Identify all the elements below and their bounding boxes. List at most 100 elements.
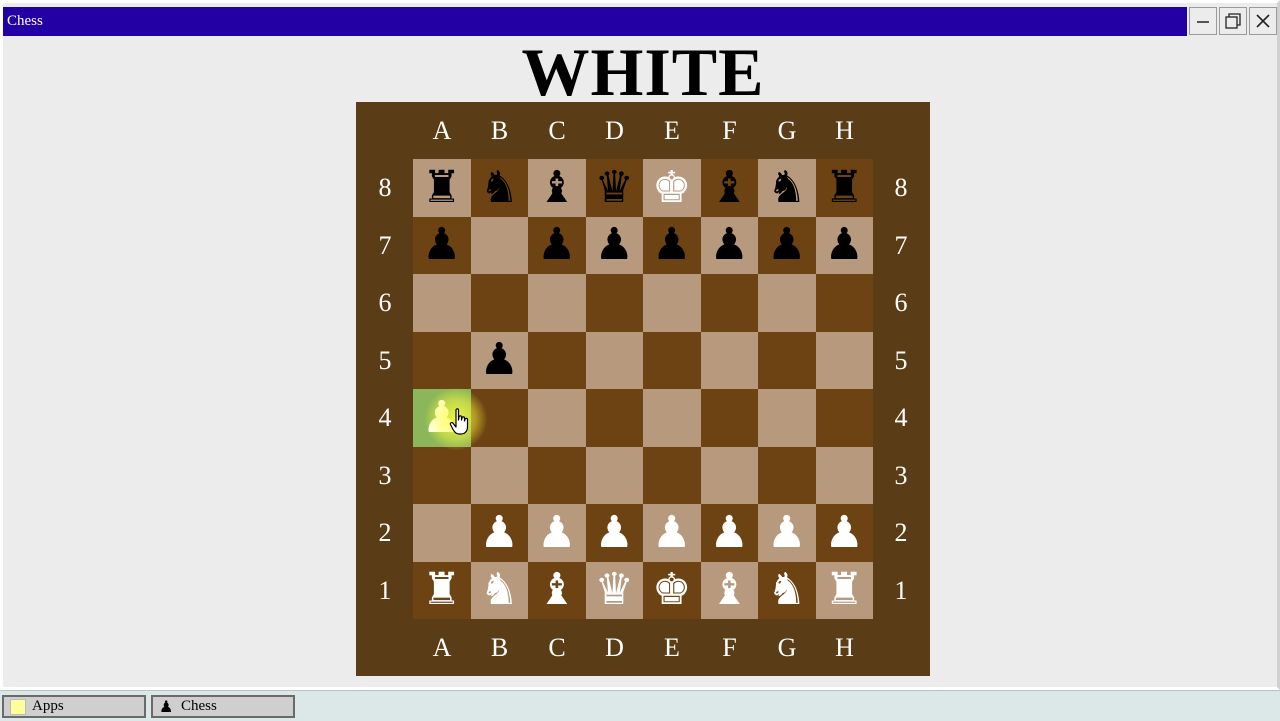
square-d5[interactable]	[585, 331, 643, 389]
square-a6[interactable]	[413, 274, 471, 332]
square-e6[interactable]	[643, 274, 701, 332]
white-pawn-icon[interactable]: ♟	[825, 510, 864, 555]
square-h5[interactable]	[815, 331, 873, 389]
square-f2[interactable]: ♟	[700, 504, 758, 562]
square-g4[interactable]	[758, 389, 816, 447]
white-king-icon[interactable]: ♚	[652, 165, 691, 210]
square-g6[interactable]	[758, 274, 816, 332]
square-g5[interactable]	[758, 331, 816, 389]
square-g2[interactable]: ♟	[758, 504, 816, 562]
square-e1[interactable]: ♚	[643, 561, 701, 619]
white-bishop-icon[interactable]: ♝	[537, 568, 576, 612]
square-a1[interactable]: ♜	[413, 561, 471, 619]
square-c2[interactable]: ♟	[528, 504, 586, 562]
square-f5[interactable]	[700, 331, 758, 389]
square-a2[interactable]	[413, 504, 471, 562]
square-b2[interactable]: ♟	[470, 504, 528, 562]
black-bishop-icon[interactable]: ♝	[537, 165, 576, 210]
square-e8[interactable]: ♚	[643, 159, 701, 217]
square-b8[interactable]: ♞	[470, 159, 528, 217]
white-knight-icon[interactable]: ♞	[767, 568, 806, 612]
square-e3[interactable]	[643, 446, 701, 504]
white-pawn-icon[interactable]: ♟	[537, 510, 576, 555]
black-knight-icon[interactable]: ♞	[767, 165, 806, 210]
square-h7[interactable]: ♟	[815, 216, 873, 274]
square-a4[interactable]: ♟	[413, 389, 471, 447]
taskbar-chess-button[interactable]: ♟ Chess	[151, 695, 295, 718]
square-c6[interactable]	[528, 274, 586, 332]
white-pawn-icon[interactable]: ♟	[595, 510, 634, 555]
minimize-button[interactable]	[1189, 7, 1217, 35]
white-pawn-icon[interactable]: ♟	[652, 510, 691, 555]
black-pawn-icon[interactable]: ♟	[480, 338, 519, 382]
square-b7[interactable]	[470, 216, 528, 274]
black-queen-icon[interactable]: ♛	[595, 165, 634, 210]
square-d4[interactable]	[585, 389, 643, 447]
square-c1[interactable]: ♝	[528, 561, 586, 619]
square-b5[interactable]: ♟	[470, 331, 528, 389]
square-f3[interactable]	[700, 446, 758, 504]
white-knight-icon[interactable]: ♞	[480, 568, 519, 612]
square-h8[interactable]: ♜	[815, 159, 873, 217]
square-g3[interactable]	[758, 446, 816, 504]
square-h3[interactable]	[815, 446, 873, 504]
white-king-icon[interactable]: ♚	[652, 568, 691, 612]
square-f1[interactable]: ♝	[700, 561, 758, 619]
square-a5[interactable]	[413, 331, 471, 389]
black-pawn-icon[interactable]: ♟	[537, 223, 576, 267]
square-f4[interactable]	[700, 389, 758, 447]
maximize-button[interactable]	[1219, 7, 1247, 35]
square-a7[interactable]: ♟	[413, 216, 471, 274]
square-e2[interactable]: ♟	[643, 504, 701, 562]
black-pawn-icon[interactable]: ♟	[710, 223, 749, 267]
square-d3[interactable]	[585, 446, 643, 504]
window-titlebar[interactable]: Chess	[3, 7, 1187, 36]
square-b3[interactable]	[470, 446, 528, 504]
black-pawn-icon[interactable]: ♟	[825, 223, 864, 267]
black-pawn-icon[interactable]: ♟	[595, 223, 634, 267]
square-f6[interactable]	[700, 274, 758, 332]
black-rook-icon[interactable]: ♜	[422, 165, 461, 210]
white-queen-icon[interactable]: ♛	[595, 568, 634, 612]
square-h1[interactable]: ♜	[815, 561, 873, 619]
white-rook-icon[interactable]: ♜	[825, 568, 864, 612]
black-bishop-icon[interactable]: ♝	[710, 165, 749, 210]
square-c5[interactable]	[528, 331, 586, 389]
white-pawn-icon[interactable]: ♟	[710, 510, 749, 555]
square-c3[interactable]	[528, 446, 586, 504]
square-g1[interactable]: ♞	[758, 561, 816, 619]
square-h2[interactable]: ♟	[815, 504, 873, 562]
square-h4[interactable]	[815, 389, 873, 447]
white-bishop-icon[interactable]: ♝	[710, 568, 749, 612]
square-g8[interactable]: ♞	[758, 159, 816, 217]
square-c8[interactable]: ♝	[528, 159, 586, 217]
close-button[interactable]	[1249, 7, 1277, 35]
white-rook-icon[interactable]: ♜	[422, 568, 461, 612]
square-b1[interactable]: ♞	[470, 561, 528, 619]
square-b4[interactable]	[470, 389, 528, 447]
square-d7[interactable]: ♟	[585, 216, 643, 274]
white-pawn-icon[interactable]: ♟	[480, 510, 519, 555]
black-pawn-icon[interactable]: ♟	[422, 223, 461, 267]
black-pawn-icon[interactable]: ♟	[767, 223, 806, 267]
square-a3[interactable]	[413, 446, 471, 504]
white-pawn-icon[interactable]: ♟	[767, 510, 806, 555]
square-c7[interactable]: ♟	[528, 216, 586, 274]
square-a8[interactable]: ♜	[413, 159, 471, 217]
square-c4[interactable]	[528, 389, 586, 447]
black-pawn-icon[interactable]: ♟	[652, 223, 691, 267]
black-knight-icon[interactable]: ♞	[480, 165, 519, 210]
square-e7[interactable]: ♟	[643, 216, 701, 274]
square-d8[interactable]: ♛	[585, 159, 643, 217]
taskbar-apps-button[interactable]: Apps	[2, 695, 146, 718]
square-f7[interactable]: ♟	[700, 216, 758, 274]
square-h6[interactable]	[815, 274, 873, 332]
square-b6[interactable]	[470, 274, 528, 332]
black-rook-icon[interactable]: ♜	[825, 165, 864, 210]
white-pawn-icon[interactable]: ♟	[422, 395, 461, 440]
square-g7[interactable]: ♟	[758, 216, 816, 274]
square-d6[interactable]	[585, 274, 643, 332]
square-e4[interactable]	[643, 389, 701, 447]
square-d2[interactable]: ♟	[585, 504, 643, 562]
square-f8[interactable]: ♝	[700, 159, 758, 217]
